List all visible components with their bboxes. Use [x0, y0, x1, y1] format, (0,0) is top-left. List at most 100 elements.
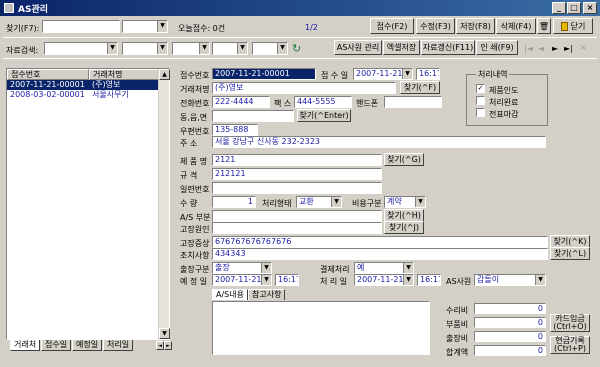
refresh-data-button[interactable]: 자료갱신(F11)	[421, 40, 475, 55]
proc-type-value: 교환	[299, 197, 314, 206]
nav-last-icon[interactable]: ►|	[564, 44, 573, 53]
address-field[interactable]: 서울 강남구 신사동 232-2323	[212, 136, 546, 148]
nav-cancel-icon[interactable]: ×	[580, 43, 587, 52]
list-header-no[interactable]: 접수번호	[7, 69, 89, 80]
trip-field[interactable]: 0	[474, 331, 546, 342]
print-button[interactable]: 인 쇄(F9)	[476, 40, 518, 55]
tab-receive-date[interactable]: 접수일	[41, 340, 72, 351]
fax-field[interactable]: 444-5555	[294, 96, 352, 108]
pay-select[interactable]: 예 ▼	[354, 262, 414, 274]
proc-type-select[interactable]: 교환 ▼	[296, 196, 342, 208]
card-deposit-button[interactable]: 카드입금 (Ctrl+O)	[550, 314, 590, 332]
tab-scroll-left-icon[interactable]: ◄	[156, 341, 164, 350]
minimize-button[interactable]: _	[552, 2, 566, 14]
dong-field[interactable]	[212, 110, 294, 122]
find-client-button[interactable]: 찾기(^F)	[400, 81, 440, 94]
nav-prev-icon[interactable]: ◄	[538, 44, 544, 53]
tab-as-content[interactable]: A/S내용	[212, 289, 248, 300]
zip-field[interactable]: 135-888	[212, 124, 258, 136]
qty-field[interactable]: 1	[212, 196, 256, 208]
find-field-select[interactable]: ▼	[122, 20, 168, 33]
nav-first-icon[interactable]: |◄	[524, 44, 533, 53]
product-field[interactable]: 2121	[212, 154, 382, 166]
receive-button[interactable]: 접수(F2)	[370, 18, 414, 34]
list-row[interactable]: 2008-03-02-00001 서울사무기	[7, 90, 159, 100]
closed-checkbox[interactable]	[476, 108, 485, 117]
tab-plan-date[interactable]: 예정일	[72, 340, 103, 351]
edit-button[interactable]: 수정(F3)	[416, 18, 455, 34]
search-field-2[interactable]: ▼	[122, 42, 168, 55]
total-field[interactable]: 0	[474, 345, 546, 356]
dispatch-value: 출장	[215, 263, 230, 272]
find-address-button[interactable]: 찾기(^Enter)	[297, 109, 351, 122]
plan-date-field[interactable]: 2007-11-21 ▼	[212, 274, 272, 286]
as-staff-select[interactable]: 갑돌이 ▼	[474, 274, 546, 286]
maximize-button[interactable]: □	[567, 2, 581, 14]
receipt-list[interactable]: 접수번호 거래처명 2007-11-21-00001 (주)영보 2008-03…	[6, 68, 170, 340]
find-input[interactable]	[42, 20, 120, 33]
trash-icon[interactable]: 🗑	[537, 18, 551, 34]
repair-label: 수리비	[446, 306, 469, 315]
refresh-icon[interactable]: ↻	[292, 42, 301, 55]
cash-record-shortcut: (Ctrl+P)	[553, 344, 586, 353]
spec-field[interactable]: 212121	[212, 168, 382, 180]
cost-type-select[interactable]: 계약 ▼	[384, 196, 426, 208]
list-row[interactable]: 2007-11-21-00001 (주)영보	[7, 80, 159, 90]
save-button[interactable]: 저장(F8)	[456, 18, 495, 34]
delivered-label: 제품인도	[489, 86, 519, 95]
list-cell-no: 2008-03-02-00001	[10, 90, 85, 99]
as-content-textarea[interactable]	[212, 301, 430, 355]
proc-time-field[interactable]: 16:17	[417, 274, 441, 286]
cost-type-label: 비용구분	[352, 199, 382, 208]
list-cell-client: 서울사무기	[92, 90, 129, 99]
proc-date-field[interactable]: 2007-11-21 ▼	[354, 274, 414, 286]
list-header-client[interactable]: 거래처명	[89, 69, 159, 80]
qty-label: 수 량	[180, 199, 198, 208]
cash-record-button[interactable]: 현금기록 (Ctrl+P)	[550, 336, 590, 354]
completed-checkbox[interactable]	[476, 96, 485, 105]
list-scrollbar[interactable]: ▲ ▼	[158, 69, 170, 339]
serial-field[interactable]	[212, 182, 382, 194]
find-cause-button[interactable]: 찾기(^J)	[384, 221, 424, 234]
find-product-button[interactable]: 찾기(^G)	[384, 153, 424, 166]
as-staff-button[interactable]: AS사원 관리	[334, 40, 382, 55]
receive-time-field[interactable]: 16:17	[416, 68, 440, 80]
close-form-button[interactable]: 닫기	[553, 18, 593, 34]
tab-notes[interactable]: 참고사항	[248, 289, 286, 300]
scroll-down-icon[interactable]: ▼	[159, 328, 170, 339]
find-action-button[interactable]: 찾기(^L)	[550, 247, 590, 260]
delivered-checkbox[interactable]: ✓	[476, 84, 485, 93]
dispatch-select[interactable]: 출장 ▼	[212, 262, 272, 274]
as-part-field[interactable]	[212, 210, 382, 222]
symptom-field[interactable]: 676767676767676	[212, 236, 548, 248]
excel-save-button[interactable]: 엑셀저장	[383, 40, 420, 55]
mobile-field[interactable]	[384, 96, 442, 108]
scroll-up-icon[interactable]: ▲	[159, 69, 170, 80]
search-field-5[interactable]: ▼	[252, 42, 288, 55]
plan-time-field[interactable]: 16:17	[275, 274, 299, 286]
search-field-4[interactable]: ▼	[212, 42, 248, 55]
completed-label: 처리완료	[489, 98, 519, 107]
receive-date-field[interactable]: 2007-11-21 ▼	[353, 68, 413, 80]
receipt-no-field[interactable]: 2007-11-21-00001	[212, 68, 316, 80]
card-deposit-shortcut: (Ctrl+O)	[553, 322, 587, 331]
nav-next-icon[interactable]: ►	[552, 44, 558, 53]
find-label: 찾기(F7):	[6, 24, 40, 33]
tab-client[interactable]: 거래처	[10, 340, 41, 351]
client-field[interactable]: (주)영보	[212, 82, 396, 94]
receipt-no-label: 접수번호	[180, 71, 210, 80]
repair-field[interactable]: 0	[474, 303, 546, 314]
parts-field[interactable]: 0	[474, 317, 546, 328]
action-field[interactable]: 434343	[212, 248, 548, 260]
close-window-button[interactable]: ×	[583, 2, 597, 14]
tab-scroll-right-icon[interactable]: ►	[164, 341, 172, 350]
search-label: 자료검색:	[6, 46, 39, 55]
tab-proc-date[interactable]: 처리일	[103, 340, 134, 351]
delete-button[interactable]: 삭제(F4)	[496, 18, 536, 34]
search-field-1[interactable]: ▼	[44, 42, 118, 55]
cause-field[interactable]	[212, 222, 382, 234]
phone-field[interactable]: 222-4444	[212, 96, 270, 108]
status-group-title: 처리내역	[476, 69, 510, 80]
pay-value: 예	[357, 263, 365, 272]
search-field-3[interactable]: ▼	[172, 42, 210, 55]
